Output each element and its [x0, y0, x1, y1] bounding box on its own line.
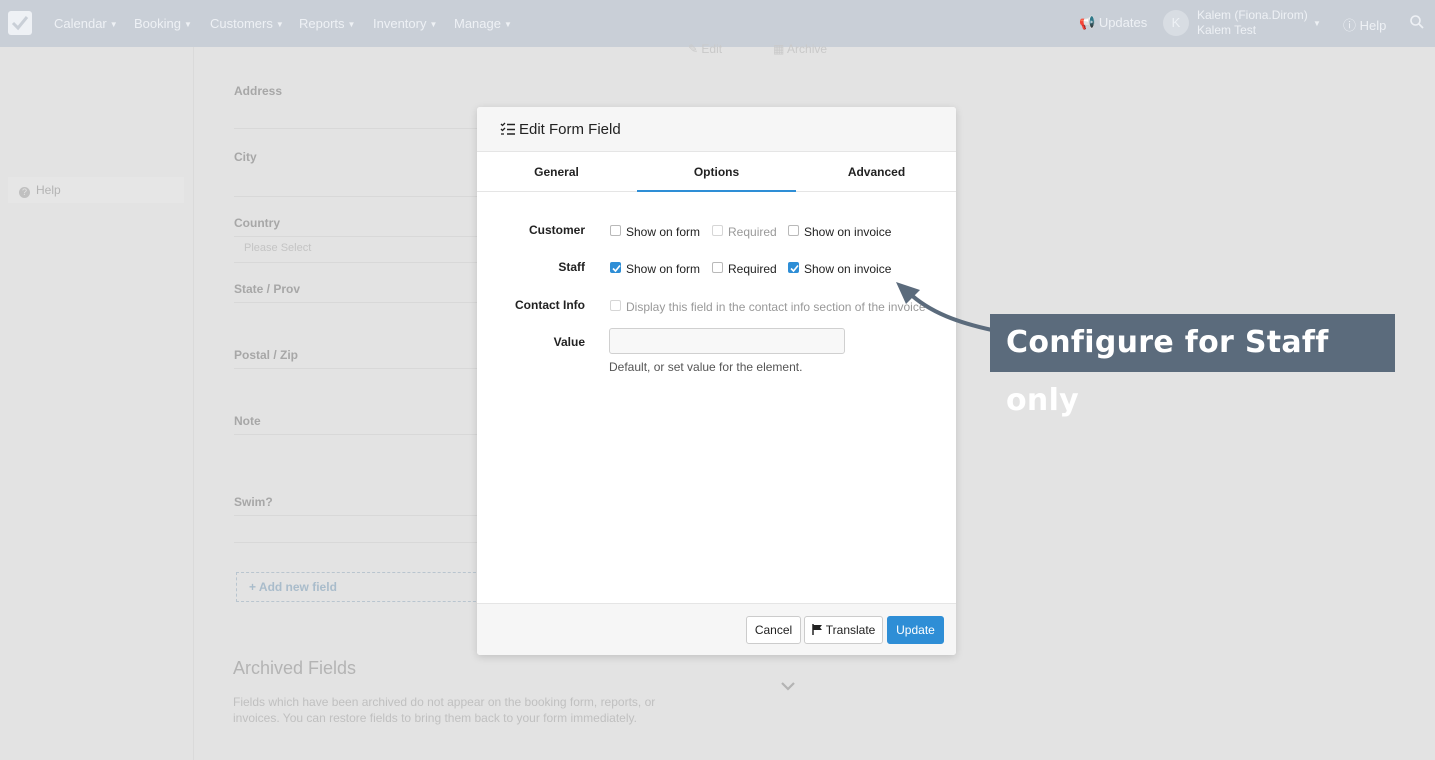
field-label-note: Note	[234, 414, 261, 428]
cancel-button[interactable]: Cancel	[746, 616, 801, 644]
divider	[234, 128, 484, 129]
archive-link[interactable]: ▦ Archive	[773, 42, 827, 56]
contact-info-option-label: Display this field in the contact info s…	[626, 300, 926, 314]
update-button[interactable]: Update	[887, 616, 944, 644]
annotation-arrow-icon	[896, 282, 993, 332]
question-circle-icon: ?	[19, 187, 30, 198]
translate-button[interactable]: Translate	[804, 616, 883, 644]
tasks-list-icon	[500, 122, 516, 139]
user-menu-caret-icon[interactable]: ▼	[1313, 19, 1321, 28]
contact-info-checkbox	[610, 300, 621, 311]
megaphone-icon: 📢	[1079, 15, 1096, 30]
divider	[234, 262, 484, 263]
customer-show-on-form-checkbox[interactable]	[610, 225, 621, 236]
user-menu[interactable]: Kalem (Fiona.Dirom) Kalem Test	[1197, 8, 1308, 38]
tab-general[interactable]: General	[477, 152, 636, 192]
divider	[234, 542, 484, 543]
modal-title: Edit Form Field	[519, 121, 621, 138]
help-link[interactable]: ⓘ Help	[1343, 15, 1386, 34]
customer-required-label: Required	[728, 225, 777, 239]
caret-down-icon: ▼	[429, 20, 438, 30]
caret-down-icon: ▼	[109, 20, 118, 30]
checkmark-logo-icon	[11, 16, 29, 31]
top-navbar: Calendar ▼ Booking ▼ Customers ▼ Reports ▼ I…	[0, 0, 1435, 47]
tab-options[interactable]: Options	[637, 152, 796, 192]
modal-tabs: General Options Advanced	[477, 152, 956, 192]
divider	[234, 236, 484, 237]
check-icon	[612, 264, 621, 273]
nav-calendar[interactable]: Calendar ▼	[54, 16, 118, 31]
staff-required-label[interactable]: Required	[728, 262, 777, 276]
caret-down-icon: ▼	[275, 20, 284, 30]
field-label-country: Country	[234, 216, 280, 230]
translate-label: Translate	[825, 623, 876, 637]
field-label-address: Address	[234, 84, 283, 98]
app-logo[interactable]	[8, 11, 32, 35]
user-name: Kalem (Fiona.Dirom)	[1197, 8, 1308, 22]
divider	[234, 515, 484, 516]
nav-customers[interactable]: Customers ▼	[210, 16, 284, 31]
sidebar-item-help[interactable]: ? Help	[8, 177, 184, 203]
customer-show-on-invoice-checkbox[interactable]	[788, 225, 799, 236]
value-help-text: Default, or set value for the element.	[609, 360, 803, 374]
value-input[interactable]	[609, 328, 845, 354]
archived-fields-description: Fields which have been archived do not a…	[233, 695, 656, 725]
contact-info-row-label: Contact Info	[515, 298, 585, 312]
chevron-down-icon[interactable]	[780, 680, 796, 695]
avatar[interactable]: K	[1163, 10, 1189, 36]
staff-show-on-invoice-checkbox[interactable]	[788, 262, 799, 273]
divider	[234, 196, 484, 197]
staff-row-label: Staff	[558, 260, 585, 274]
caret-down-icon: ▼	[347, 20, 356, 30]
tab-advanced[interactable]: Advanced	[797, 152, 956, 192]
edit-link[interactable]: ✎ Edit	[688, 42, 722, 56]
add-new-field-button[interactable]: + Add new field	[236, 572, 486, 602]
value-row-label: Value	[553, 335, 585, 349]
archived-fields-title: Archived Fields	[233, 658, 357, 678]
divider	[234, 434, 484, 435]
nav-inventory[interactable]: Inventory ▼	[373, 16, 437, 31]
updates-link[interactable]: 📢 Updates	[1079, 15, 1147, 31]
question-circle-icon: ⓘ	[1343, 18, 1357, 33]
customer-show-on-invoice-label[interactable]: Show on invoice	[804, 225, 891, 239]
sidebar: ? Help	[0, 47, 194, 760]
flag-icon	[811, 624, 822, 635]
modal-footer: Cancel Translate Update	[477, 603, 956, 655]
account-name: Kalem Test	[1197, 23, 1257, 37]
nav-manage[interactable]: Manage ▼	[454, 16, 512, 31]
nav-reports[interactable]: Reports ▼	[299, 16, 355, 31]
edit-form-field-modal: Edit Form Field General Options Advanced…	[477, 107, 956, 655]
field-label-city: City	[234, 150, 257, 164]
caret-down-icon: ▼	[183, 20, 192, 30]
check-icon	[790, 264, 799, 273]
search-icon[interactable]	[1410, 15, 1424, 32]
callout-label: Configure for Staff only	[990, 314, 1395, 418]
caret-down-icon: ▼	[503, 20, 512, 30]
staff-show-on-form-label[interactable]: Show on form	[626, 262, 700, 276]
staff-show-on-form-checkbox[interactable]	[610, 262, 621, 273]
staff-required-checkbox[interactable]	[712, 262, 723, 273]
modal-header: Edit Form Field	[477, 107, 956, 152]
nav-booking[interactable]: Booking ▼	[134, 16, 192, 31]
staff-show-on-invoice-label[interactable]: Show on invoice	[804, 262, 891, 276]
divider	[234, 368, 484, 369]
customer-show-on-form-label[interactable]: Show on form	[626, 225, 700, 239]
divider	[234, 302, 484, 303]
country-select-placeholder[interactable]: Please Select	[244, 242, 311, 254]
field-label-swim: Swim?	[234, 495, 273, 509]
customer-required-checkbox	[712, 225, 723, 236]
field-label-postal: Postal / Zip	[234, 348, 299, 362]
field-label-state: State / Prov	[234, 282, 301, 296]
customer-row-label: Customer	[528, 223, 585, 237]
